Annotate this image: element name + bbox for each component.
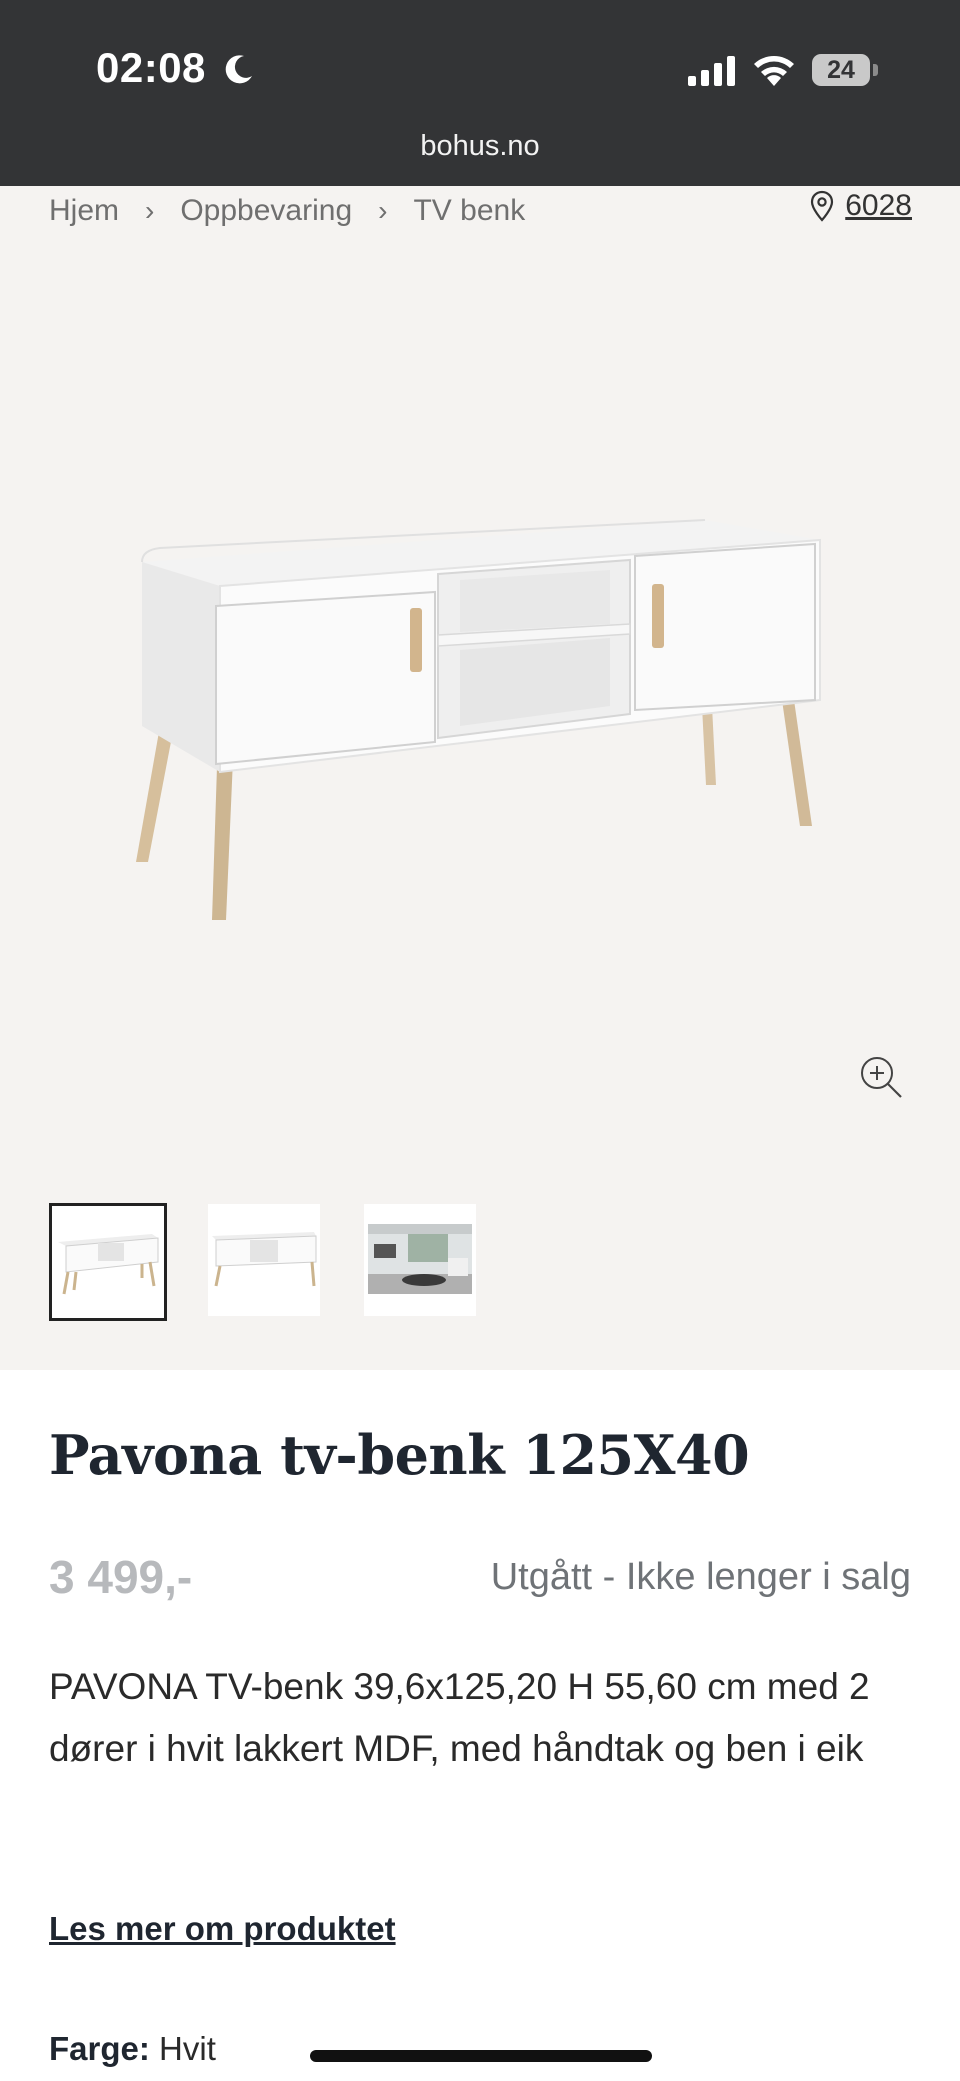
- home-indicator[interactable]: [310, 2050, 652, 2062]
- chevron-right-icon: ›: [145, 195, 155, 226]
- url-bar[interactable]: bohus.no: [0, 130, 960, 163]
- signal-icon: [688, 56, 735, 86]
- product-description: PAVONA TV-benk 39,6x125,20 H 55,60 cm me…: [49, 1666, 870, 1769]
- thumbnail-image: [212, 1232, 317, 1287]
- thumbnail-1[interactable]: [49, 1203, 167, 1321]
- breadcrumb-home[interactable]: Hjem: [49, 194, 119, 228]
- product-price: 3 499,-: [49, 1551, 193, 1603]
- zoom-in-icon[interactable]: [858, 1054, 904, 1100]
- breadcrumb-tv-bench[interactable]: TV benk: [413, 194, 525, 228]
- status-time: 02:08: [96, 44, 206, 91]
- product-image[interactable]: [130, 500, 830, 940]
- status-bar: 02:08 24 bohus.no: [0, 0, 960, 186]
- read-more-link[interactable]: Les mer om produktet: [49, 1910, 396, 1948]
- store-selector[interactable]: 6028: [809, 189, 912, 223]
- breadcrumb: Hjem › Oppbevaring › TV benk: [49, 191, 525, 231]
- chevron-right-icon: ›: [378, 195, 388, 226]
- battery-level: 24: [827, 56, 855, 84]
- breadcrumb-storage[interactable]: Oppbevaring: [180, 194, 352, 228]
- battery-icon: 24: [812, 52, 880, 88]
- location-pin-icon: [811, 190, 834, 222]
- thumbnail-3[interactable]: [364, 1204, 476, 1316]
- product-title: Pavona tv-benk 125X40: [49, 1423, 750, 1487]
- store-number[interactable]: 6028: [845, 189, 912, 223]
- thumbnail-2[interactable]: [208, 1204, 320, 1316]
- thumbnail-image: [58, 1234, 159, 1295]
- color-value: Hvit: [159, 2030, 216, 2067]
- color-row: Farge: Hvit: [49, 2030, 216, 2068]
- thumbnail-image: [368, 1224, 472, 1294]
- availability-status: Utgått - Ikke lenger i salg: [490, 1556, 911, 1598]
- product-page: 02:08 24 bohus.no Hjem › Oppbevaring › T…: [0, 0, 960, 2081]
- color-label: Farge:: [49, 2030, 150, 2067]
- wifi-icon: [754, 56, 794, 86]
- moon-icon: [225, 55, 252, 84]
